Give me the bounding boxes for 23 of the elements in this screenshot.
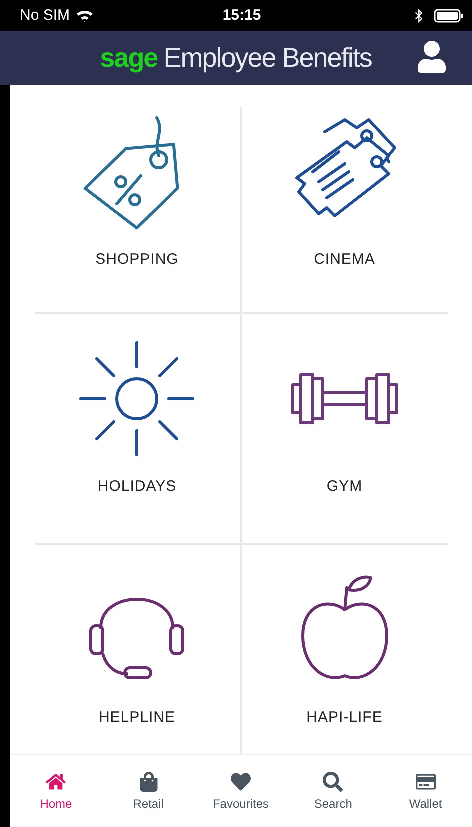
search-icon xyxy=(323,772,344,792)
clock-text: 15:15 xyxy=(222,7,262,24)
category-label[interactable]: GYM xyxy=(326,478,363,495)
category-label[interactable]: HELPLINE xyxy=(98,709,176,726)
profile-icon[interactable] xyxy=(416,41,448,73)
category-label[interactable]: SHOPPING xyxy=(96,251,179,268)
app-title: Employee Benefits xyxy=(164,42,372,74)
tab-bar-item[interactable]: Wallet xyxy=(380,755,472,827)
bag-icon xyxy=(138,772,159,792)
wifi-icon xyxy=(76,8,94,22)
carrier-text: No SIM xyxy=(20,7,70,24)
battery-icon xyxy=(434,8,464,22)
tab-bar-item[interactable]: Favourites xyxy=(194,755,288,827)
tab-bar-item[interactable]: Home xyxy=(10,755,102,827)
heart-icon xyxy=(230,772,251,792)
category-label[interactable]: HOLIDAYS xyxy=(98,478,177,495)
tab-bar-item[interactable]: Retail xyxy=(102,755,195,827)
home-icon xyxy=(46,772,66,792)
brand-logo: sage xyxy=(100,42,158,74)
category-label[interactable]: HAPI-LIFE xyxy=(306,709,383,726)
tab-bar-item[interactable]: Search xyxy=(287,755,380,827)
card-icon xyxy=(416,772,436,792)
category-label[interactable]: CINEMA xyxy=(314,251,376,268)
